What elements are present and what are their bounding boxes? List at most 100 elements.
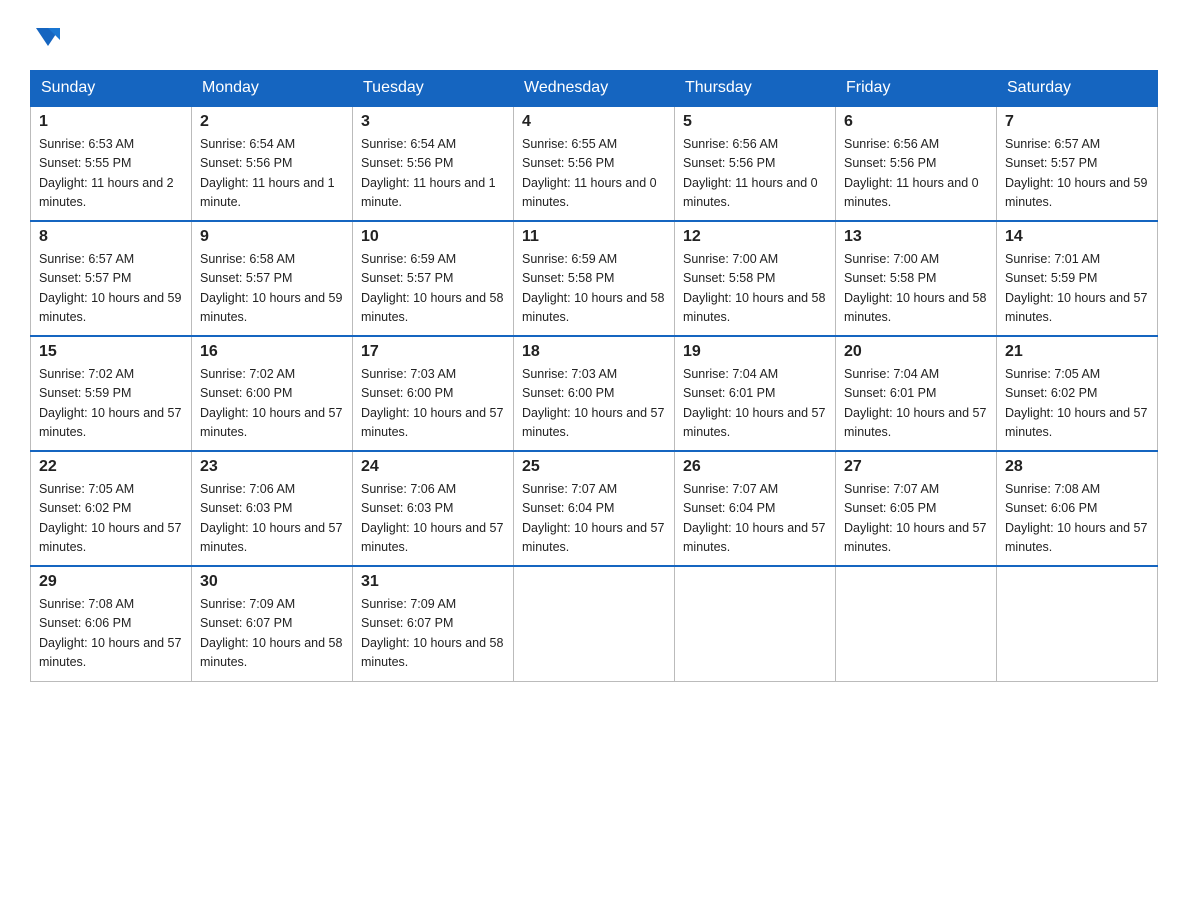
calendar-cell: 3 Sunrise: 6:54 AMSunset: 5:56 PMDayligh… [353, 106, 514, 221]
day-number: 1 [39, 113, 183, 131]
day-info: Sunrise: 7:00 AMSunset: 5:58 PMDaylight:… [683, 250, 827, 328]
day-number: 28 [1005, 458, 1149, 476]
day-number: 18 [522, 343, 666, 361]
column-header-friday: Friday [836, 71, 997, 107]
calendar-cell: 21 Sunrise: 7:05 AMSunset: 6:02 PMDaylig… [997, 336, 1158, 451]
logo [30, 20, 66, 52]
day-info: Sunrise: 6:59 AMSunset: 5:58 PMDaylight:… [522, 250, 666, 328]
calendar-cell: 18 Sunrise: 7:03 AMSunset: 6:00 PMDaylig… [514, 336, 675, 451]
day-info: Sunrise: 7:00 AMSunset: 5:58 PMDaylight:… [844, 250, 988, 328]
day-info: Sunrise: 6:54 AMSunset: 5:56 PMDaylight:… [200, 135, 344, 213]
day-info: Sunrise: 6:55 AMSunset: 5:56 PMDaylight:… [522, 135, 666, 213]
calendar-cell: 13 Sunrise: 7:00 AMSunset: 5:58 PMDaylig… [836, 221, 997, 336]
day-info: Sunrise: 6:56 AMSunset: 5:56 PMDaylight:… [844, 135, 988, 213]
day-info: Sunrise: 7:08 AMSunset: 6:06 PMDaylight:… [1005, 480, 1149, 558]
calendar-cell: 31 Sunrise: 7:09 AMSunset: 6:07 PMDaylig… [353, 566, 514, 681]
day-number: 25 [522, 458, 666, 476]
week-row-4: 22 Sunrise: 7:05 AMSunset: 6:02 PMDaylig… [31, 451, 1158, 566]
calendar-cell: 20 Sunrise: 7:04 AMSunset: 6:01 PMDaylig… [836, 336, 997, 451]
calendar-cell: 2 Sunrise: 6:54 AMSunset: 5:56 PMDayligh… [192, 106, 353, 221]
day-number: 27 [844, 458, 988, 476]
calendar-cell: 23 Sunrise: 7:06 AMSunset: 6:03 PMDaylig… [192, 451, 353, 566]
calendar-cell [997, 566, 1158, 681]
day-info: Sunrise: 6:57 AMSunset: 5:57 PMDaylight:… [1005, 135, 1149, 213]
day-number: 21 [1005, 343, 1149, 361]
calendar-cell: 4 Sunrise: 6:55 AMSunset: 5:56 PMDayligh… [514, 106, 675, 221]
day-number: 4 [522, 113, 666, 131]
day-number: 9 [200, 228, 344, 246]
day-number: 15 [39, 343, 183, 361]
week-row-3: 15 Sunrise: 7:02 AMSunset: 5:59 PMDaylig… [31, 336, 1158, 451]
week-row-1: 1 Sunrise: 6:53 AMSunset: 5:55 PMDayligh… [31, 106, 1158, 221]
calendar-cell: 19 Sunrise: 7:04 AMSunset: 6:01 PMDaylig… [675, 336, 836, 451]
day-number: 22 [39, 458, 183, 476]
calendar-cell: 9 Sunrise: 6:58 AMSunset: 5:57 PMDayligh… [192, 221, 353, 336]
day-info: Sunrise: 7:04 AMSunset: 6:01 PMDaylight:… [844, 365, 988, 443]
day-number: 19 [683, 343, 827, 361]
day-info: Sunrise: 7:01 AMSunset: 5:59 PMDaylight:… [1005, 250, 1149, 328]
column-header-wednesday: Wednesday [514, 71, 675, 107]
week-row-5: 29 Sunrise: 7:08 AMSunset: 6:06 PMDaylig… [31, 566, 1158, 681]
calendar-cell: 15 Sunrise: 7:02 AMSunset: 5:59 PMDaylig… [31, 336, 192, 451]
calendar-cell: 6 Sunrise: 6:56 AMSunset: 5:56 PMDayligh… [836, 106, 997, 221]
day-info: Sunrise: 6:57 AMSunset: 5:57 PMDaylight:… [39, 250, 183, 328]
calendar-cell: 26 Sunrise: 7:07 AMSunset: 6:04 PMDaylig… [675, 451, 836, 566]
day-info: Sunrise: 7:07 AMSunset: 6:05 PMDaylight:… [844, 480, 988, 558]
day-info: Sunrise: 7:03 AMSunset: 6:00 PMDaylight:… [522, 365, 666, 443]
calendar-cell: 11 Sunrise: 6:59 AMSunset: 5:58 PMDaylig… [514, 221, 675, 336]
day-number: 29 [39, 573, 183, 591]
day-info: Sunrise: 6:58 AMSunset: 5:57 PMDaylight:… [200, 250, 344, 328]
column-header-sunday: Sunday [31, 71, 192, 107]
day-number: 7 [1005, 113, 1149, 131]
day-info: Sunrise: 7:08 AMSunset: 6:06 PMDaylight:… [39, 595, 183, 673]
calendar-cell: 30 Sunrise: 7:09 AMSunset: 6:07 PMDaylig… [192, 566, 353, 681]
calendar-cell: 7 Sunrise: 6:57 AMSunset: 5:57 PMDayligh… [997, 106, 1158, 221]
day-info: Sunrise: 7:07 AMSunset: 6:04 PMDaylight:… [522, 480, 666, 558]
day-number: 3 [361, 113, 505, 131]
day-info: Sunrise: 6:54 AMSunset: 5:56 PMDaylight:… [361, 135, 505, 213]
calendar-header-row: SundayMondayTuesdayWednesdayThursdayFrid… [31, 71, 1158, 107]
day-info: Sunrise: 7:06 AMSunset: 6:03 PMDaylight:… [200, 480, 344, 558]
week-row-2: 8 Sunrise: 6:57 AMSunset: 5:57 PMDayligh… [31, 221, 1158, 336]
day-info: Sunrise: 7:07 AMSunset: 6:04 PMDaylight:… [683, 480, 827, 558]
calendar-cell: 27 Sunrise: 7:07 AMSunset: 6:05 PMDaylig… [836, 451, 997, 566]
day-number: 6 [844, 113, 988, 131]
day-number: 23 [200, 458, 344, 476]
calendar-cell: 17 Sunrise: 7:03 AMSunset: 6:00 PMDaylig… [353, 336, 514, 451]
day-number: 24 [361, 458, 505, 476]
day-number: 10 [361, 228, 505, 246]
day-number: 2 [200, 113, 344, 131]
day-info: Sunrise: 6:56 AMSunset: 5:56 PMDaylight:… [683, 135, 827, 213]
logo-icon [32, 20, 64, 52]
day-number: 12 [683, 228, 827, 246]
day-info: Sunrise: 6:59 AMSunset: 5:57 PMDaylight:… [361, 250, 505, 328]
day-number: 17 [361, 343, 505, 361]
calendar-cell: 8 Sunrise: 6:57 AMSunset: 5:57 PMDayligh… [31, 221, 192, 336]
calendar-cell: 12 Sunrise: 7:00 AMSunset: 5:58 PMDaylig… [675, 221, 836, 336]
day-number: 8 [39, 228, 183, 246]
column-header-tuesday: Tuesday [353, 71, 514, 107]
calendar-cell: 25 Sunrise: 7:07 AMSunset: 6:04 PMDaylig… [514, 451, 675, 566]
calendar-cell: 1 Sunrise: 6:53 AMSunset: 5:55 PMDayligh… [31, 106, 192, 221]
day-number: 16 [200, 343, 344, 361]
calendar-cell: 28 Sunrise: 7:08 AMSunset: 6:06 PMDaylig… [997, 451, 1158, 566]
calendar-cell: 5 Sunrise: 6:56 AMSunset: 5:56 PMDayligh… [675, 106, 836, 221]
day-info: Sunrise: 7:05 AMSunset: 6:02 PMDaylight:… [1005, 365, 1149, 443]
calendar-cell: 14 Sunrise: 7:01 AMSunset: 5:59 PMDaylig… [997, 221, 1158, 336]
calendar-cell: 24 Sunrise: 7:06 AMSunset: 6:03 PMDaylig… [353, 451, 514, 566]
day-number: 30 [200, 573, 344, 591]
column-header-thursday: Thursday [675, 71, 836, 107]
day-info: Sunrise: 6:53 AMSunset: 5:55 PMDaylight:… [39, 135, 183, 213]
day-number: 11 [522, 228, 666, 246]
calendar-cell [836, 566, 997, 681]
day-info: Sunrise: 7:09 AMSunset: 6:07 PMDaylight:… [200, 595, 344, 673]
day-number: 20 [844, 343, 988, 361]
day-number: 31 [361, 573, 505, 591]
day-info: Sunrise: 7:02 AMSunset: 6:00 PMDaylight:… [200, 365, 344, 443]
column-header-saturday: Saturday [997, 71, 1158, 107]
day-number: 5 [683, 113, 827, 131]
day-info: Sunrise: 7:05 AMSunset: 6:02 PMDaylight:… [39, 480, 183, 558]
calendar-cell: 22 Sunrise: 7:05 AMSunset: 6:02 PMDaylig… [31, 451, 192, 566]
day-info: Sunrise: 7:04 AMSunset: 6:01 PMDaylight:… [683, 365, 827, 443]
day-number: 14 [1005, 228, 1149, 246]
